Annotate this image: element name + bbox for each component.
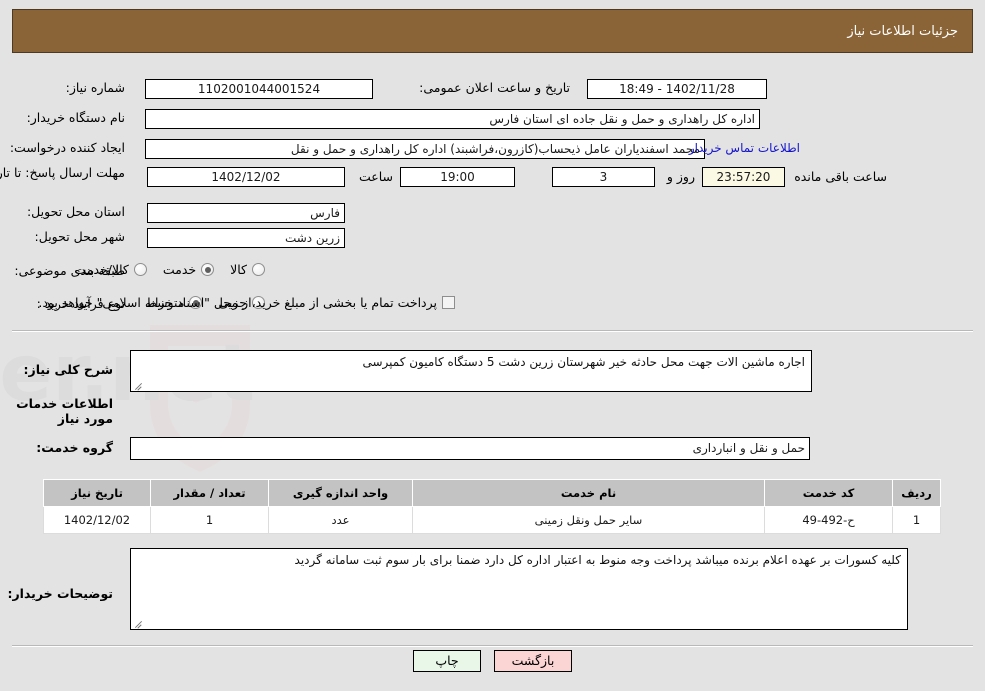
city-value[interactable]: زرین دشت [147,228,345,248]
deadline-label-wrap: مهلت ارسال پاسخ: تا تاریخ: [0,165,125,181]
deadline-label: مهلت ارسال پاسخ: تا تاریخ: [0,165,125,180]
days-label: روز و [666,169,695,184]
requester-value[interactable]: محمد اسفندیاران عامل ذیحساب(کازرون،فراشب… [145,139,705,159]
cell-date: 1402/12/02 [43,506,151,534]
remaining-label: ساعت باقی مانده [794,169,887,184]
description-value: اجاره ماشین الات جهت محل حادثه خیر شهرست… [362,355,805,369]
services-table-wrap: ردیف کد خدمت نام خدمت واحد اندازه گیری ت… [43,479,941,534]
page-root: AriaTender.net جزئیات اطلاعات نیاز شماره… [0,0,985,691]
deadline-time-value[interactable]: 19:00 [400,167,515,187]
cell-index: 1 [892,506,941,534]
radio-category-kala[interactable] [252,263,265,276]
province-label: استان محل تحویل: [26,204,125,219]
requester-label: ایجاد کننده درخواست: [9,140,125,155]
treasury-checkbox-group: پرداخت تمام یا بخشی از مبلغ خرید،از محل … [38,295,455,310]
service-group-label: گروه خدمت: [36,440,113,455]
description-textarea[interactable]: اجاره ماشین الات جهت محل حادثه خیر شهرست… [130,350,812,392]
radio-category-kala-label[interactable]: کالا [230,262,247,277]
col-index: ردیف [892,479,941,507]
remarks-value: کلیه کسورات بر عهده اعلام برنده میباشد پ… [294,553,901,567]
need-number-value[interactable]: 1102001044001524 [145,79,373,99]
action-bar: بازگشت چاپ [0,650,985,672]
col-code: کد خدمت [764,479,893,507]
radio-category-khedmat[interactable] [201,263,215,276]
announce-datetime-value[interactable]: 1402/11/28 - 18:49 [587,79,767,99]
category-radio-group: کالا خدمت کالا/خدمت [58,262,265,277]
treasury-checkbox-label[interactable]: پرداخت تمام یا بخشی از مبلغ خرید،از محل … [38,295,437,310]
radio-category-kala-khedmat-label[interactable]: کالا/خدمت [74,262,128,277]
province-label-wrap: استان محل تحویل: [27,204,125,219]
services-table: ردیف کد خدمت نام خدمت واحد اندازه گیری ت… [43,479,941,534]
col-quantity: تعداد / مقدار [150,479,269,507]
deadline-date-value[interactable]: 1402/12/02 [147,167,345,187]
resize-grip-icon[interactable] [133,378,145,390]
cell-code: ح-492-49 [764,506,893,534]
province-value[interactable]: فارس [147,203,345,223]
buyer-contact-link[interactable]: اطلاعات تماس خریدار [689,141,800,155]
cell-name: سایر حمل ونقل زمینی [412,506,765,534]
col-date: تاریخ نیاز [43,479,151,507]
table-header-row: ردیف کد خدمت نام خدمت واحد اندازه گیری ت… [43,479,941,507]
announce-label-wrap: تاریخ و ساعت اعلان عمومی: [419,80,570,95]
buyer-org-value[interactable]: اداره کل راهداری و حمل و نقل جاده ای است… [145,109,760,129]
page-title: جزئیات اطلاعات نیاز [847,23,958,39]
back-button[interactable]: بازگشت [494,650,572,672]
watermark: AriaTender.net [0,325,255,472]
col-name: نام خدمت [412,479,765,507]
radio-category-khedmat-label[interactable]: خدمت [163,262,196,277]
buyer-org-label-wrap: نام دستگاه خریدار: [27,110,125,125]
divider-summary [12,330,973,332]
cell-unit: عدد [268,506,413,534]
countdown-value: 23:57:20 [702,167,785,187]
treasury-checkbox[interactable] [442,296,455,309]
remarks-textarea[interactable]: کلیه کسورات بر عهده اعلام برنده میباشد پ… [130,548,908,630]
divider-actions [12,645,973,647]
need-number-label-wrap: شماره نیاز: [66,80,125,95]
table-row: 1 ح-492-49 سایر حمل ونقل زمینی عدد 1 140… [43,506,941,534]
remaining-days-value[interactable]: 3 [552,167,655,187]
remarks-label: توضیحات خریدار: [7,586,113,601]
city-label-wrap: شهر محل تحویل: [35,229,125,244]
city-label: شهر محل تحویل: [34,229,125,244]
requester-label-wrap: ایجاد کننده درخواست: [10,140,125,155]
hour-label: ساعت [358,169,393,184]
resize-grip-icon-remarks[interactable] [133,616,145,628]
service-group-value[interactable]: حمل و نقل و انبارداری [130,437,810,460]
buyer-org-label: نام دستگاه خریدار: [26,110,125,125]
print-button[interactable]: چاپ [413,650,481,672]
radio-category-kala-khedmat[interactable] [133,263,147,276]
page-header: جزئیات اطلاعات نیاز [12,9,973,53]
need-number-label: شماره نیاز: [65,80,125,95]
cell-quantity: 1 [150,506,269,534]
col-unit: واحد اندازه گیری [268,479,413,507]
description-label: شرح کلی نیاز: [23,362,113,377]
services-section-title: اطلاعات خدمات مورد نیاز [16,396,113,426]
announce-label: تاریخ و ساعت اعلان عمومی: [419,80,570,95]
